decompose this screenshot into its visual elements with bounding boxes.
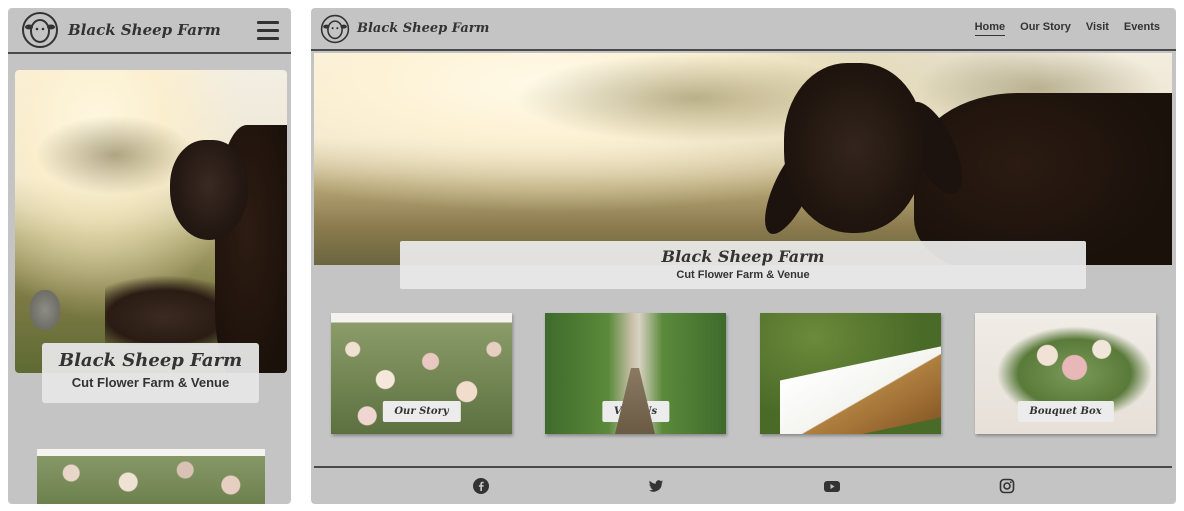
our-story-button[interactable]: Our Story	[382, 401, 461, 422]
bouquet-box-button[interactable]: Bouquet Box	[1017, 401, 1114, 422]
mobile-header: Black Sheep Farm	[8, 8, 291, 54]
hero-subtitle: Cut Flower Farm & Venue	[676, 269, 810, 281]
desktop-header: Black Sheep Farm Home Our Story Visit Ev…	[311, 8, 1176, 51]
visit-us-button[interactable]: Visit Us	[601, 401, 670, 422]
brand-name[interactable]: Black Sheep Farm	[68, 21, 221, 39]
youtube-icon[interactable]	[823, 478, 841, 494]
footer-social	[311, 478, 1176, 500]
hero-image	[314, 53, 1172, 265]
mobile-view: Black Sheep Farm Black Sheep Farm Cut Fl…	[8, 8, 291, 504]
our-story-card-preview[interactable]	[37, 449, 265, 504]
events-button[interactable]: Events	[819, 401, 882, 422]
card-bouquet-box[interactable]: Bouquet Box	[975, 313, 1156, 434]
card-our-story[interactable]: Our Story	[331, 313, 512, 434]
nav-our-story[interactable]: Our Story	[1020, 21, 1071, 36]
hero-subtitle: Cut Flower Farm & Venue	[71, 375, 230, 390]
nav-visit[interactable]: Visit	[1086, 21, 1109, 36]
brand-name[interactable]: Black Sheep Farm	[357, 21, 489, 36]
hero-image	[15, 70, 287, 373]
sheep-logo-icon[interactable]	[319, 14, 351, 44]
card-events[interactable]: Events	[760, 313, 941, 434]
feature-cards: Our Story Visit Us Events Bouquet Box	[331, 313, 1156, 434]
hero-caption: Black Sheep Farm Cut Flower Farm & Venue	[400, 241, 1086, 289]
footer-divider	[314, 466, 1172, 468]
nav-events[interactable]: Events	[1124, 21, 1160, 36]
hero-caption: Black Sheep Farm Cut Flower Farm & Venue	[42, 343, 259, 403]
facebook-icon[interactable]	[473, 478, 489, 494]
twitter-icon[interactable]	[648, 478, 664, 494]
main-nav: Home Our Story Visit Events	[974, 21, 1168, 36]
instagram-icon[interactable]	[999, 478, 1015, 494]
card-visit-us[interactable]: Visit Us	[545, 313, 726, 434]
desktop-view: Black Sheep Farm Home Our Story Visit Ev…	[311, 8, 1176, 504]
hamburger-menu-icon[interactable]	[257, 20, 279, 40]
hero-title: Black Sheep Farm	[661, 247, 825, 266]
nav-home[interactable]: Home	[974, 21, 1006, 36]
hero-title: Black Sheep Farm	[58, 350, 243, 371]
sheep-logo-icon[interactable]	[20, 11, 60, 49]
